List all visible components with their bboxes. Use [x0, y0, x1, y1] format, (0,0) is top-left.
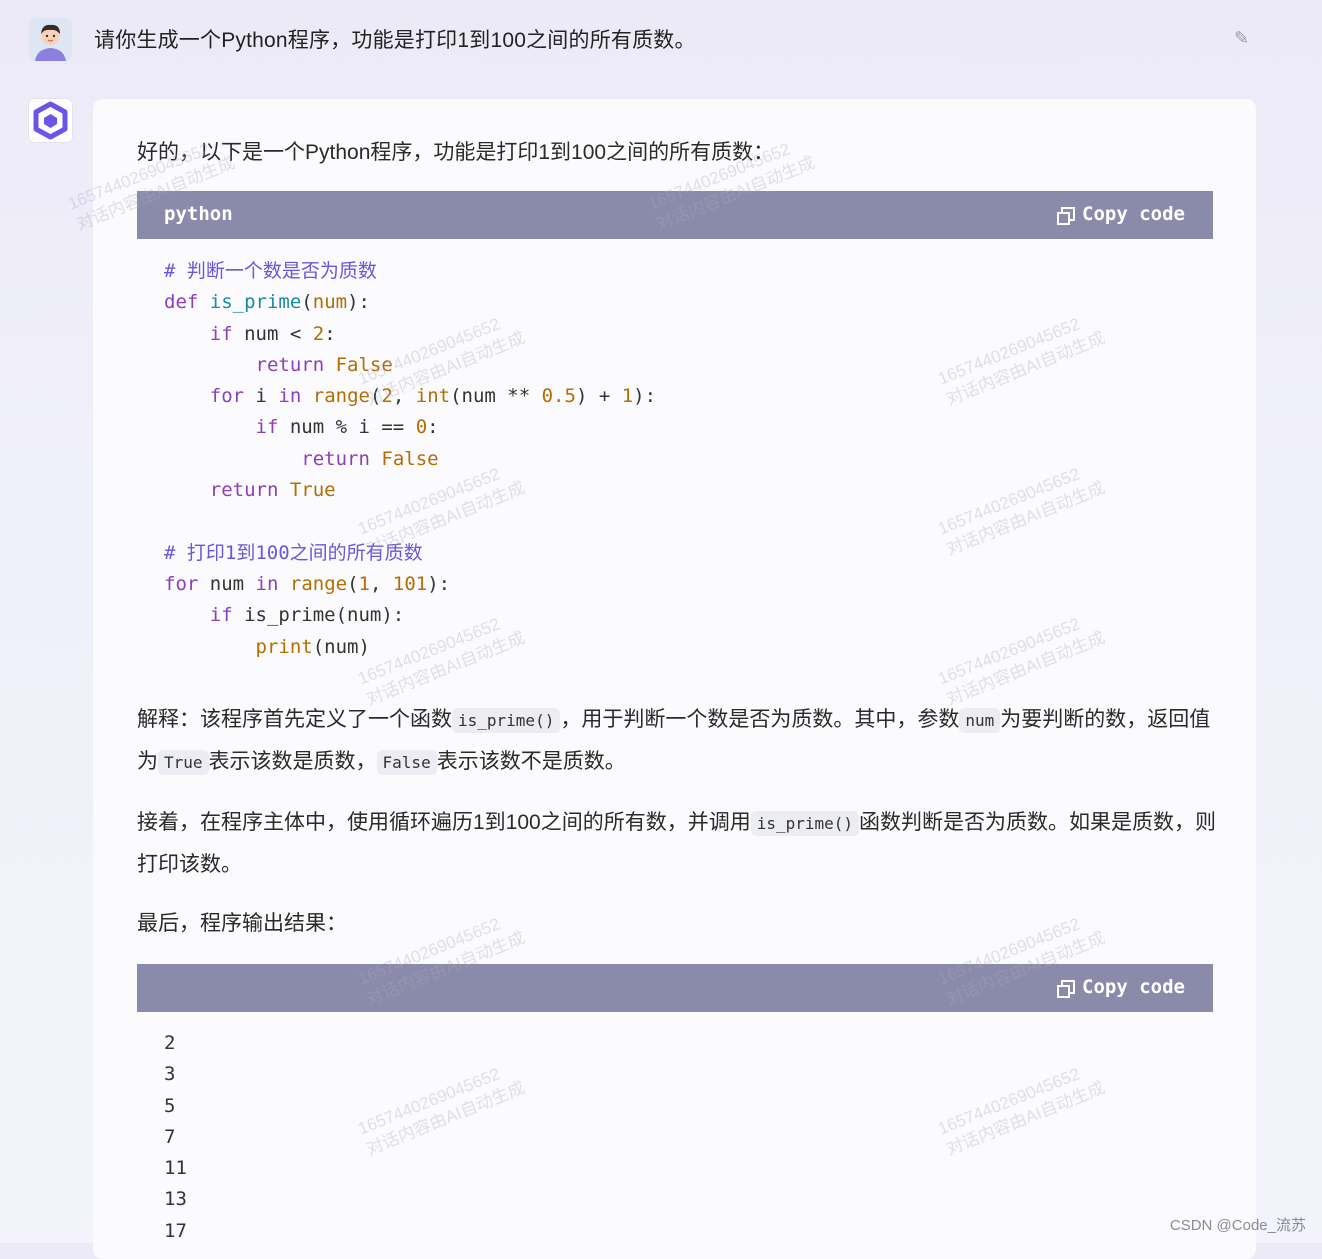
output-line: 13	[164, 1188, 187, 1211]
copy-icon	[1057, 206, 1076, 225]
copy-code-button[interactable]: Copy code	[1057, 203, 1185, 225]
output-line: 2	[164, 1032, 176, 1054]
output-line: 5	[164, 1094, 176, 1117]
copy-icon	[1057, 979, 1076, 998]
text: 表示该数是质数，	[208, 750, 377, 773]
edit-icon[interactable]: ✎	[1234, 28, 1256, 50]
user-message: 请你生成一个Python程序，功能是打印1到100之间的所有质数。	[94, 29, 696, 52]
assistant-intro: 好的，以下是一个Python程序，功能是打印1到100之间的所有质数：	[137, 141, 775, 164]
text: 表示该数不是质数。	[436, 750, 626, 773]
copy-code-label: Copy code	[1082, 976, 1185, 998]
text: 解释：该程序首先定义了一个函数	[137, 708, 452, 731]
explanation-paragraph-1: 解释：该程序首先定义了一个函数 is_prime() ，用于判断一个数是否为质数。其…	[137, 699, 1217, 783]
user-avatar	[29, 18, 72, 61]
code-block-header: python Copy code	[137, 191, 1213, 239]
text: ，用于判断一个数是否为质数。其中，参数	[560, 708, 960, 731]
explanation-paragraph-3: 最后，程序输出结果：	[137, 912, 347, 935]
inline-code: is_prime()	[750, 811, 860, 836]
inline-code: True	[158, 750, 209, 775]
output-line: 3	[164, 1063, 176, 1086]
copy-code-label: Copy code	[1082, 203, 1185, 225]
code-language-label: python	[164, 203, 233, 225]
text: 接着，在程序主体中，使用循环遍历1到100之间的所有数，并调用	[137, 811, 751, 834]
assistant-avatar	[29, 99, 72, 142]
inline-code: is_prime()	[452, 708, 561, 733]
code-block-body: # 判断一个数是否为质数 def is_prime(num): if num <…	[164, 260, 657, 658]
csdn-credit: CSDN @Code_流苏	[1169, 1217, 1306, 1234]
explanation-paragraph-2: 接着，在程序主体中，使用循环遍历1到100之间的所有数，并调用 is_prime(…	[137, 802, 1217, 885]
output-block-body: 2 3 5 7 11 13 17	[164, 1028, 187, 1247]
output-block-header: Copy code	[137, 964, 1213, 1012]
output-line: 7	[164, 1125, 176, 1148]
inline-code: False	[376, 750, 437, 775]
output-line: 11	[164, 1157, 187, 1180]
inline-code: num	[959, 708, 1001, 733]
output-line: 17	[164, 1219, 187, 1242]
copy-code-button[interactable]: Copy code	[1057, 976, 1185, 998]
